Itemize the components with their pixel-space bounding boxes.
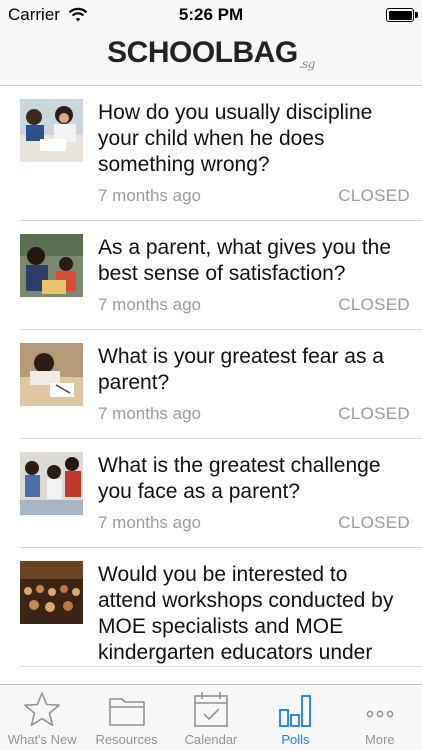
tab-label: Calendar xyxy=(184,732,238,747)
status-bar: Carrier 5:26 PM xyxy=(0,0,422,30)
poll-row[interactable]: What is your greatest fear as a parent? … xyxy=(20,330,422,439)
poll-time: 7 months ago xyxy=(98,186,202,205)
battery-fill xyxy=(388,10,412,20)
poll-status-badge: CLOSED xyxy=(338,295,410,314)
logo-text-bag: BAG xyxy=(232,36,299,69)
poll-thumbnail xyxy=(20,234,83,297)
tab-resources[interactable]: Resources xyxy=(84,685,168,750)
poll-question: What is the greatest challenge you face … xyxy=(98,454,381,503)
status-time: 5:26 PM xyxy=(178,5,244,24)
nav-bar: SCHOOLBAG.sg xyxy=(0,30,422,86)
poll-status-badge: CLOSED xyxy=(338,404,410,423)
tab-label: What's New xyxy=(7,732,77,747)
poll-row[interactable]: How do you usually discipline your child… xyxy=(20,86,422,221)
bar-chart-icon xyxy=(279,695,312,727)
logo-suffix: .sg xyxy=(298,57,316,71)
poll-question: How do you usually discipline your child… xyxy=(98,101,373,176)
poll-row[interactable]: What is the greatest challenge you face … xyxy=(20,439,422,548)
tab-label: Polls xyxy=(281,732,310,747)
poll-content: As a parent, what gives you the best sen… xyxy=(98,221,422,329)
app-logo: SCHOOLBAG.sg xyxy=(0,36,422,71)
child-writing-photo xyxy=(20,343,83,406)
poll-question: Would you be interested to attend worksh… xyxy=(98,563,394,664)
tab-more[interactable]: More xyxy=(338,685,422,750)
poll-thumbnail xyxy=(20,99,83,162)
star-icon xyxy=(24,692,61,727)
calendar-icon xyxy=(194,692,228,727)
poll-row[interactable]: As a parent, what gives you the best sen… xyxy=(20,221,422,330)
poll-meta: 7 months ago CLOSED xyxy=(98,404,410,438)
poll-question: As a parent, what gives you the best sen… xyxy=(98,236,392,285)
tab-calendar[interactable]: Calendar xyxy=(169,685,253,750)
poll-content: What is the greatest challenge you face … xyxy=(98,439,422,547)
poll-content: Would you be interested to attend worksh… xyxy=(98,548,422,666)
tab-whats-new[interactable]: What's New xyxy=(0,685,84,750)
poll-meta: 7 months ago CLOSED xyxy=(98,513,410,547)
poll-meta: 7 months ago CLOSED xyxy=(98,186,410,220)
more-icon xyxy=(366,710,394,718)
poll-question: What is your greatest fear as a parent? xyxy=(98,345,384,394)
workshop-audience-photo xyxy=(20,561,83,624)
poll-content: How do you usually discipline your child… xyxy=(98,86,422,220)
poll-content: What is your greatest fear as a parent? … xyxy=(98,330,422,438)
poll-status-badge: CLOSED xyxy=(338,513,410,532)
logo-text-school: SCHOOL xyxy=(107,36,233,69)
folder-icon xyxy=(108,698,145,726)
children-in-classroom-photo xyxy=(20,99,83,162)
poll-meta: 7 months ago CLOSED xyxy=(98,295,410,329)
poll-thumbnail xyxy=(20,343,83,406)
poll-thumbnail xyxy=(20,452,83,515)
tab-polls[interactable]: Polls xyxy=(253,685,337,750)
teacher-with-students-photo xyxy=(20,234,83,297)
polls-list[interactable]: How do you usually discipline your child… xyxy=(0,86,422,684)
poll-row[interactable]: Would you be interested to attend worksh… xyxy=(20,548,422,667)
battery-icon xyxy=(386,8,418,22)
children-activity-photo xyxy=(20,452,83,515)
poll-time: 7 months ago xyxy=(98,513,202,532)
poll-time: 7 months ago xyxy=(98,404,202,423)
tab-label: More xyxy=(365,732,395,747)
poll-time: 7 months ago xyxy=(98,295,202,314)
tab-bar: What's New Resources Calendar Polls More xyxy=(0,684,422,750)
poll-thumbnail xyxy=(20,561,83,624)
poll-status-badge: CLOSED xyxy=(338,186,410,205)
tab-label: Resources xyxy=(95,732,158,747)
